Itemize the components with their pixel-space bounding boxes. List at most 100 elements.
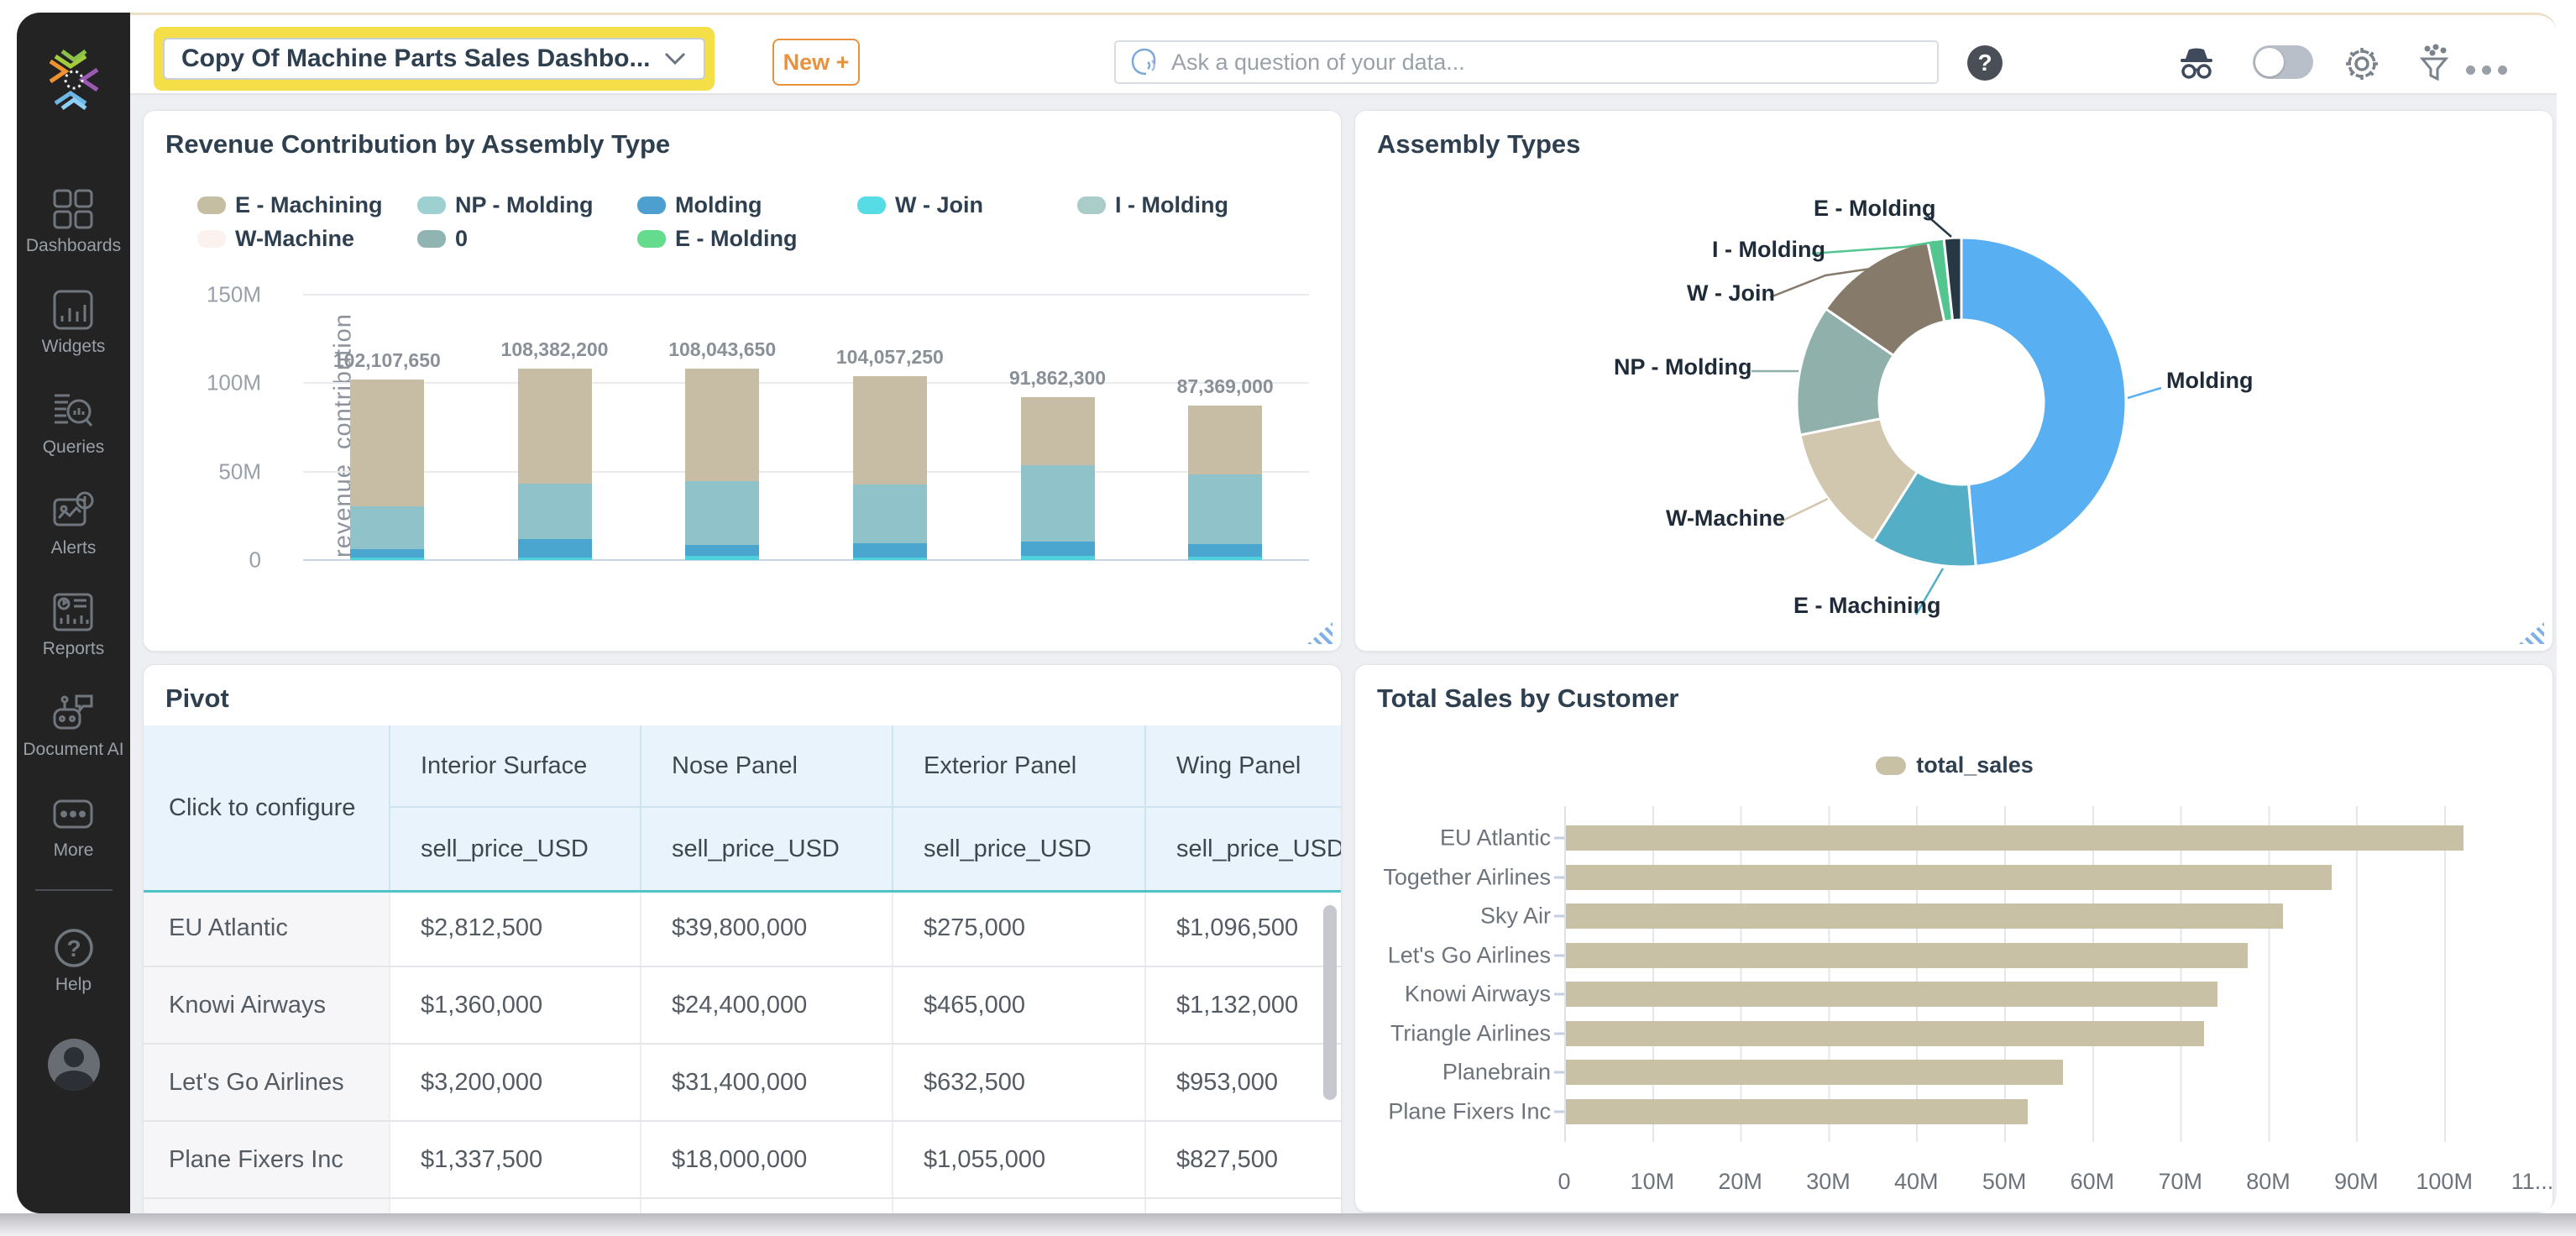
sidebar-item-queries[interactable]: Queries	[23, 389, 123, 458]
sidebar-item-help[interactable]: ? Help	[17, 926, 130, 995]
dashboard-selector-dropdown[interactable]: Copy Of Machine Parts Sales Dashbo...	[163, 38, 705, 80]
pivot-column-header[interactable]: Nose Panel	[641, 725, 893, 808]
stacked-bar[interactable]	[852, 295, 927, 560]
user-avatar[interactable]	[47, 1039, 100, 1091]
settings-gear-icon[interactable]	[2343, 45, 2380, 82]
help-icon[interactable]: ?	[1967, 45, 2003, 81]
bar-segment[interactable]	[685, 545, 760, 557]
sidebar-item-label: Alerts	[50, 538, 97, 558]
legend-item[interactable]: 0	[417, 222, 637, 255]
legend-swatch	[1077, 196, 1106, 214]
x-axis-tick: 60M	[2070, 1169, 2115, 1194]
bar-segment[interactable]	[517, 538, 592, 558]
filter-icon[interactable]	[2416, 44, 2453, 84]
bar-segment[interactable]	[1020, 397, 1095, 465]
hbar-triangle-airlines[interactable]	[1566, 1020, 2204, 1046]
pivot-measure-header[interactable]: sell_price_USD	[641, 808, 893, 890]
pivot-cell: $39,800,000	[641, 890, 893, 966]
bar-segment[interactable]	[852, 375, 927, 484]
donut-slice-molding[interactable]	[1960, 236, 2128, 568]
bar-segment[interactable]	[1020, 555, 1095, 560]
sidebar-item-widgets[interactable]: Widgets	[23, 288, 123, 357]
bar-segment[interactable]	[852, 484, 927, 543]
gridline	[303, 470, 1309, 473]
hbar-planebrain[interactable]	[1566, 1060, 2064, 1085]
pivot-column-header[interactable]: Wing Panel	[1146, 725, 1341, 808]
bar-segment[interactable]	[1020, 542, 1095, 556]
y-axis-tick: 0	[249, 547, 261, 573]
bar-segment[interactable]	[517, 368, 592, 484]
bar-segment[interactable]	[1188, 474, 1263, 544]
hbar-row	[1566, 1020, 2532, 1046]
chart-legend[interactable]: total_sales	[1355, 752, 2552, 778]
pivot-measure-header[interactable]: sell_price_USD	[1146, 808, 1341, 890]
legend-item[interactable]: W-Machine	[197, 222, 417, 255]
widget-resize-handle[interactable]	[1307, 622, 1333, 644]
stacked-bar[interactable]	[1020, 295, 1095, 560]
hbar-let-s-go-airlines[interactable]	[1566, 942, 2249, 968]
sidebar-item-reports[interactable]: Reports	[23, 590, 123, 659]
hbar-eu-atlantic[interactable]	[1566, 825, 2464, 851]
stacked-bar-plot: 150M100M50M0102,107,650Des Moines108,382…	[207, 282, 1309, 573]
bar-segment[interactable]	[1188, 405, 1263, 474]
bar-segment[interactable]	[349, 379, 424, 507]
legend-swatch	[417, 229, 446, 248]
x-axis-tick: 0	[1558, 1169, 1571, 1194]
bar-segment[interactable]	[349, 558, 424, 560]
donut-slice-label: I - Molding	[1712, 237, 1825, 262]
stacked-bar[interactable]	[685, 295, 760, 560]
pivot-configure-cell[interactable]: Click to configure	[144, 725, 390, 890]
pivot-row-header: Let's Go Airlines	[144, 1045, 390, 1120]
pivot-row-header: Knowi Airways	[144, 967, 390, 1043]
bar-segment[interactable]	[1188, 557, 1263, 560]
sidebar-item-alerts[interactable]: Alerts	[23, 490, 123, 558]
legend-swatch	[637, 229, 666, 248]
legend-item[interactable]: E - Molding	[637, 222, 857, 255]
bar-segment[interactable]	[685, 369, 760, 482]
bar-segment[interactable]	[517, 483, 592, 539]
sidebar-item-document-ai[interactable]: Document AI	[23, 691, 124, 760]
search-input[interactable]	[1171, 49, 1925, 76]
legend-swatch	[417, 196, 446, 214]
donut-chart[interactable]	[1355, 111, 2553, 652]
new-button[interactable]: New +	[772, 39, 860, 86]
bar-segment[interactable]	[685, 556, 760, 560]
presentation-mode-toggle[interactable]	[2253, 45, 2313, 79]
bar-segment[interactable]	[349, 506, 424, 549]
pivot-measure-header[interactable]: sell_price_USD	[893, 808, 1146, 890]
hbar-sky-air[interactable]	[1566, 903, 2284, 929]
hbar-knowi-airways[interactable]	[1566, 982, 2217, 1007]
pivot-cell: $1,132,000	[1146, 967, 1341, 1043]
hbar-axis-tick	[1554, 836, 1564, 840]
legend-item[interactable]: E - Machining	[197, 188, 417, 222]
pivot-scrollbar-thumb[interactable]	[1323, 905, 1337, 1100]
stacked-bar[interactable]	[517, 295, 592, 560]
knowi-logo[interactable]	[39, 50, 109, 110]
incognito-icon[interactable]	[2177, 47, 2216, 81]
stacked-bar[interactable]	[1188, 295, 1263, 560]
pivot-column-header[interactable]: Exterior Panel	[893, 725, 1146, 808]
bar-segment[interactable]	[517, 557, 592, 560]
bar-segment[interactable]	[685, 481, 760, 546]
sidebar-item-more[interactable]: More	[23, 792, 123, 861]
sidebar-item-dashboards[interactable]: Dashboards	[23, 187, 123, 256]
legend-label: E - Molding	[675, 225, 798, 251]
legend-item[interactable]: W - Join	[857, 188, 1077, 222]
more-ellipsis-icon[interactable]	[2466, 65, 2507, 75]
bar-segment[interactable]	[852, 543, 927, 558]
bar-segment[interactable]	[852, 557, 927, 560]
legend-label: 0	[455, 225, 469, 251]
bar-segment[interactable]	[1020, 464, 1095, 542]
hbar-together-airlines[interactable]	[1566, 864, 2332, 890]
bar-segment[interactable]	[349, 548, 424, 558]
legend-item[interactable]: I - Molding	[1077, 188, 1297, 222]
legend-item[interactable]: NP - Molding	[417, 188, 637, 222]
hbar-plane-fixers-inc[interactable]	[1566, 1098, 2029, 1124]
pivot-column-header[interactable]: Interior Surface	[390, 725, 641, 808]
knowi-dashboard-app: Dashboards Widgets Queries Alerts Reports Doc…	[0, 0, 2576, 1236]
stacked-bar[interactable]	[349, 295, 424, 560]
chevron-down-icon	[664, 52, 686, 65]
pivot-measure-header[interactable]: sell_price_USD	[390, 808, 641, 890]
legend-item[interactable]: Molding	[637, 188, 857, 222]
bar-segment[interactable]	[1188, 543, 1263, 557]
